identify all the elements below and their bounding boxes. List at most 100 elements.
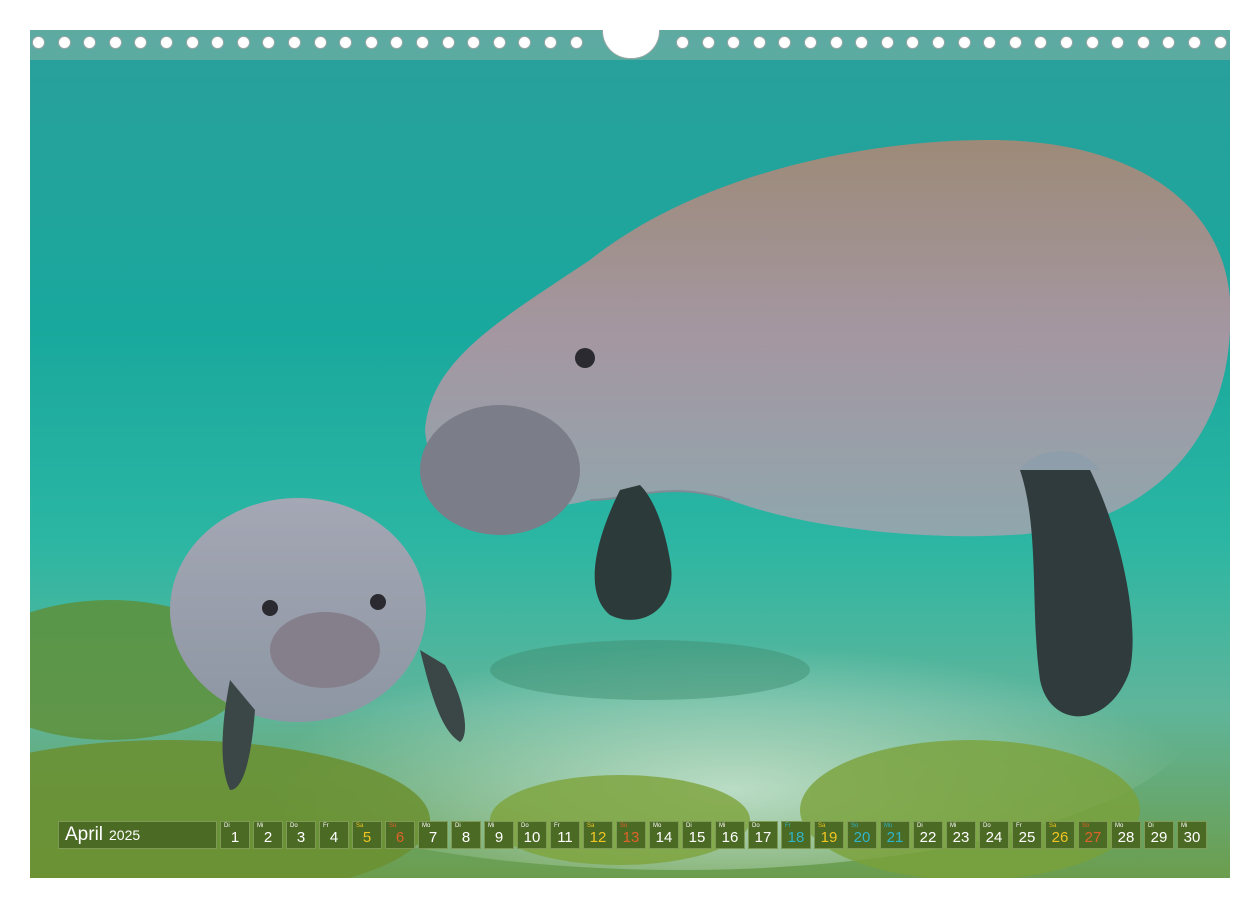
binding-hole bbox=[313, 36, 327, 49]
binding-hole bbox=[569, 36, 583, 49]
binding-hole bbox=[211, 36, 225, 49]
month-label: April 2025 bbox=[58, 821, 217, 849]
day-number: 9 bbox=[494, 829, 504, 846]
binding-hole bbox=[467, 36, 481, 49]
binding-hole bbox=[134, 36, 148, 49]
day-cell: So 20 bbox=[847, 821, 877, 849]
day-number: 30 bbox=[1183, 829, 1201, 846]
day-cell: Do 10 bbox=[517, 821, 547, 849]
month-year: 2025 bbox=[109, 827, 141, 843]
day-number: 16 bbox=[721, 829, 739, 846]
day-number: 7 bbox=[428, 829, 438, 846]
day-cell: Mi 2 bbox=[253, 821, 283, 849]
day-cell: Fr 25 bbox=[1012, 821, 1042, 849]
day-number: 25 bbox=[1018, 829, 1036, 846]
day-number: 28 bbox=[1117, 829, 1135, 846]
binding-hole bbox=[441, 36, 455, 49]
binding-hole bbox=[855, 36, 869, 49]
day-number: 26 bbox=[1051, 829, 1069, 846]
binding-hole bbox=[1136, 36, 1150, 49]
day-number: 10 bbox=[523, 829, 541, 846]
day-cell: Do 24 bbox=[979, 821, 1009, 849]
binding-hole bbox=[416, 36, 429, 49]
day-number: 4 bbox=[329, 829, 339, 846]
day-number: 2 bbox=[263, 829, 273, 846]
day-cell: Mi 16 bbox=[715, 821, 745, 849]
binding-hole bbox=[160, 36, 173, 49]
day-cell: Mo 7 bbox=[418, 821, 448, 849]
day-number: 20 bbox=[853, 829, 871, 846]
binding-hole bbox=[83, 36, 97, 49]
big-manatee-eye bbox=[575, 348, 595, 368]
binding-hole bbox=[236, 36, 250, 49]
manatee-photo bbox=[30, 30, 1230, 878]
day-cell: Mo 14 bbox=[649, 821, 679, 849]
day-number: 21 bbox=[886, 829, 904, 846]
day-cell: Do 17 bbox=[748, 821, 778, 849]
day-cell: Do 3 bbox=[286, 821, 316, 849]
calendar-strip: April 2025 Di 1 Mi 2 Do 3 Fr 4 Sa 5 So 6 Mo 7 Di 8 Mi 9 Do… bbox=[58, 821, 1210, 849]
day-number: 3 bbox=[296, 829, 306, 846]
day-number: 24 bbox=[985, 829, 1003, 846]
binding-hole bbox=[1213, 36, 1227, 49]
day-number: 29 bbox=[1150, 829, 1168, 846]
binding-hole bbox=[906, 36, 920, 49]
day-cell: Di 15 bbox=[682, 821, 712, 849]
day-number: 13 bbox=[622, 829, 640, 846]
day-cell: Sa 26 bbox=[1045, 821, 1075, 849]
binding-hole bbox=[829, 36, 843, 49]
day-cell: Fr 11 bbox=[550, 821, 580, 849]
binding-hole bbox=[185, 36, 199, 49]
day-cell: So 6 bbox=[385, 821, 415, 849]
day-number: 18 bbox=[787, 829, 805, 846]
day-cell: Mi 23 bbox=[946, 821, 976, 849]
day-cell: Fr 18 bbox=[781, 821, 811, 849]
month-name: April bbox=[65, 824, 104, 845]
day-cell: Fr 4 bbox=[319, 821, 349, 849]
binding-hole bbox=[262, 36, 276, 49]
day-number: 11 bbox=[557, 829, 573, 846]
day-cell: So 13 bbox=[616, 821, 646, 849]
binding-hole bbox=[32, 36, 45, 49]
binding-hole bbox=[1085, 36, 1099, 49]
binding-hole bbox=[804, 36, 817, 49]
binding-hole bbox=[676, 36, 689, 49]
binding-hole bbox=[1060, 36, 1073, 49]
binding-hole bbox=[701, 36, 715, 49]
day-number: 12 bbox=[589, 829, 607, 846]
binding-hole bbox=[518, 36, 532, 49]
day-cell: Mi 30 bbox=[1177, 821, 1207, 849]
binding-hole bbox=[492, 36, 506, 49]
day-number: 19 bbox=[820, 829, 838, 846]
binding-hole bbox=[932, 36, 945, 49]
day-cell: Sa 12 bbox=[583, 821, 613, 849]
day-cell: Di 8 bbox=[451, 821, 481, 849]
manatee-illustration-icon bbox=[30, 30, 1230, 878]
day-cell: Mi 9 bbox=[484, 821, 514, 849]
binding-hole bbox=[1008, 36, 1022, 49]
day-cell: Di 22 bbox=[913, 821, 943, 849]
binding-hole bbox=[752, 36, 766, 49]
day-number: 1 bbox=[230, 829, 240, 846]
binding-hole bbox=[1111, 36, 1125, 49]
binding-hole bbox=[57, 36, 71, 49]
day-cell: Sa 19 bbox=[814, 821, 844, 849]
binding-hole bbox=[957, 36, 971, 49]
day-cell: Mo 28 bbox=[1111, 821, 1141, 849]
binding-hole bbox=[1162, 36, 1176, 49]
day-cell: Di 1 bbox=[220, 821, 250, 849]
binding-hole bbox=[364, 36, 378, 49]
day-number: 17 bbox=[754, 829, 772, 846]
binding-hole bbox=[1034, 36, 1048, 49]
binding-hole bbox=[727, 36, 741, 49]
binding-hole bbox=[288, 36, 301, 49]
day-cells: Di 1 Mi 2 Do 3 Fr 4 Sa 5 So 6 Mo 7 Di 8 Mi 9 Do 10 Fr 11 Sa 12 S… bbox=[220, 821, 1210, 849]
day-number: 23 bbox=[952, 829, 970, 846]
binding-hole bbox=[390, 36, 404, 49]
binding-hole bbox=[108, 36, 122, 49]
day-cell: So 27 bbox=[1078, 821, 1108, 849]
day-cell: Sa 5 bbox=[352, 821, 382, 849]
day-number: 15 bbox=[688, 829, 706, 846]
binding-hole bbox=[880, 36, 894, 49]
binding-hole bbox=[778, 36, 792, 49]
